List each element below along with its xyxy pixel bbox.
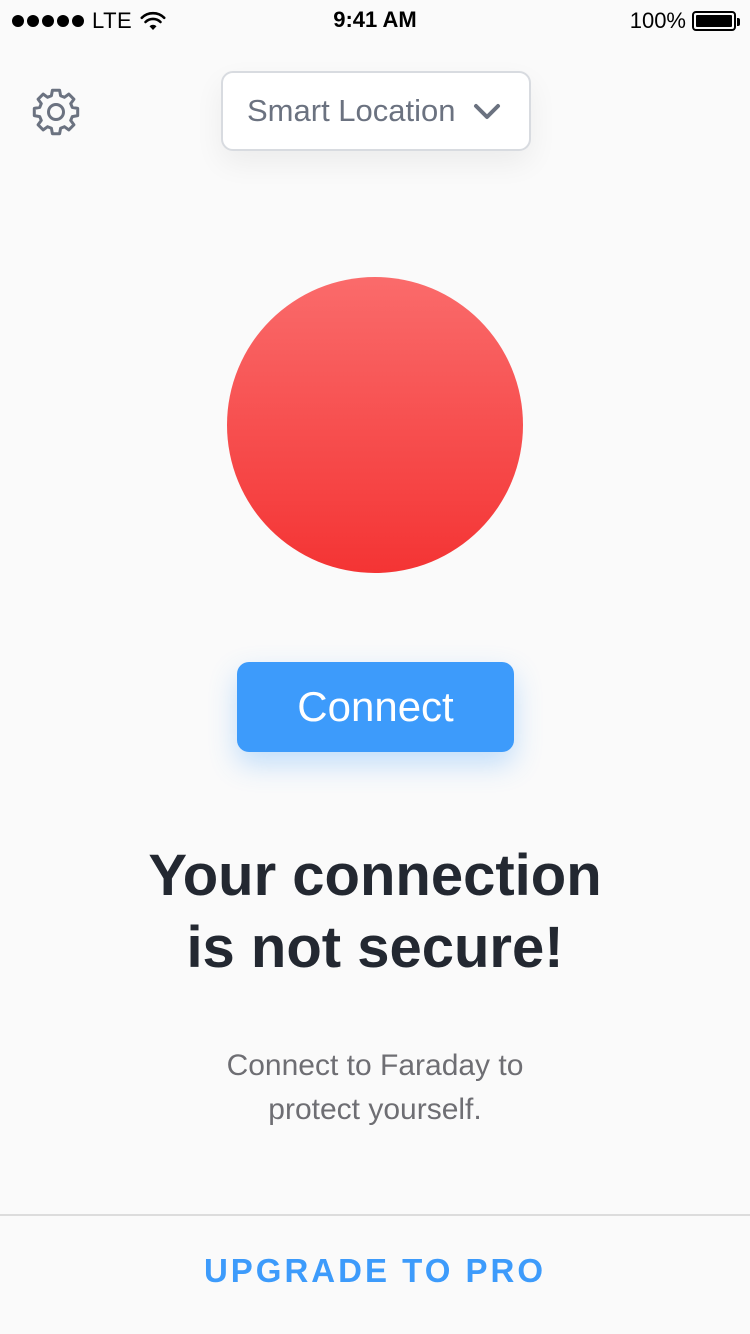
connect-button[interactable]: Connect: [237, 662, 514, 752]
subtext-line-1: Connect to Faraday to: [226, 1049, 524, 1082]
status-bar: LTE 9:41 AM 100%: [0, 0, 750, 40]
connection-headline: Your connection is not secure!: [0, 840, 750, 984]
location-label: Smart Location: [247, 93, 456, 128]
gear-icon: [32, 88, 80, 136]
app-screen: LTE 9:41 AM 100% Smart Location Connect …: [0, 0, 750, 1334]
connection-status-indicator: [227, 277, 523, 573]
subtext-line-2: protect yourself.: [268, 1093, 482, 1126]
headline-line-1: Your connection: [148, 843, 602, 908]
battery-percent: 100%: [629, 8, 686, 33]
headline-line-2: is not secure!: [186, 915, 564, 980]
connection-subtext: Connect to Faraday to protect yourself.: [0, 1044, 750, 1132]
battery-icon: [692, 11, 740, 31]
status-bar-right: 100%: [629, 8, 740, 34]
battery-tip: [737, 18, 740, 26]
chevron-down-icon: [474, 104, 500, 119]
upgrade-to-pro-link[interactable]: UPGRADE TO PRO: [0, 1252, 750, 1290]
footer-divider: [0, 1214, 750, 1216]
settings-button[interactable]: [30, 86, 82, 138]
battery-fill: [696, 15, 732, 27]
location-selector[interactable]: Smart Location: [221, 71, 531, 151]
